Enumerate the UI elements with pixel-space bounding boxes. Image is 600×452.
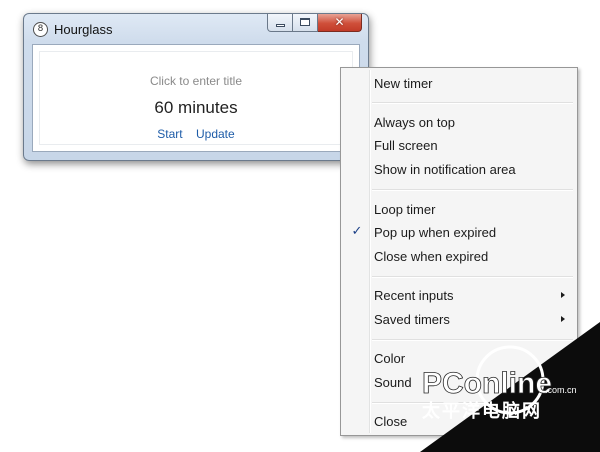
action-links: Start Update [40, 127, 352, 141]
watermark-domain-suffix: .com.cn [545, 385, 577, 395]
watermark-chinese: 太平洋电脑网 [422, 400, 542, 422]
menu-item-label: Always on top [374, 115, 455, 130]
window-title: Hourglass [54, 22, 113, 37]
close-icon: ✕ [334, 15, 345, 29]
minimize-icon [276, 24, 285, 27]
menu-separator [372, 189, 573, 191]
title-input[interactable]: Click to enter title [40, 74, 352, 88]
menu-item-new-timer[interactable]: New timer [343, 72, 575, 94]
timer-panel: Click to enter title 60 minutes Start Up… [39, 51, 353, 145]
maximize-button[interactable] [293, 14, 318, 32]
menu-item-label: Close when expired [374, 249, 489, 264]
hourglass-window: 8 Hourglass ✕ Click to enter title 60 mi… [23, 13, 369, 161]
menu-item-close-when-expired[interactable]: Close when expired [343, 245, 575, 267]
menu-item-loop-timer[interactable]: Loop timer [343, 198, 575, 220]
menu-item-label: Show in notification area [374, 162, 516, 177]
caption-buttons: ✕ [267, 14, 362, 33]
update-link[interactable]: Update [196, 127, 235, 141]
hourglass-app-icon[interactable]: 8 [33, 22, 48, 37]
menu-item-saved-timers[interactable]: Saved timers [343, 308, 575, 330]
watermark-brand: PConline [422, 367, 552, 400]
checkmark-icon: ✓ [351, 224, 363, 239]
close-button[interactable]: ✕ [318, 14, 362, 32]
maximize-icon [300, 18, 310, 26]
menu-item-label: Full screen [374, 138, 438, 153]
menu-item-label: Color [374, 351, 406, 366]
minimize-button[interactable] [267, 14, 293, 32]
submenu-arrow-icon [561, 292, 565, 298]
menu-item-label: Pop up when expired [374, 225, 497, 240]
menu-separator [372, 339, 573, 341]
menu-item-label: Saved timers [374, 312, 450, 327]
menu-item-recent-inputs[interactable]: Recent inputs [343, 284, 575, 306]
menu-separator [372, 102, 573, 104]
timer-input[interactable]: 60 minutes [40, 98, 352, 118]
pconline-watermark: PConline .com.cn 太平洋电脑网 [422, 345, 577, 422]
menu-item-show-in-notification-area[interactable]: Show in notification area [343, 158, 575, 180]
window-client-area: Click to enter title 60 minutes Start Up… [32, 44, 360, 152]
menu-item-label: Sound [374, 375, 412, 390]
menu-item-label: New timer [374, 76, 433, 91]
menu-item-label: Loop timer [374, 202, 436, 217]
menu-separator [372, 276, 573, 278]
start-link[interactable]: Start [157, 127, 182, 141]
title-bar[interactable]: 8 Hourglass ✕ [24, 14, 368, 44]
menu-item-always-on-top[interactable]: Always on top [343, 111, 575, 133]
menu-item-label: Recent inputs [374, 288, 454, 303]
menu-item-pop-up-when-expired[interactable]: ✓ Pop up when expired [343, 221, 575, 243]
menu-item-label: Close [374, 414, 408, 429]
menu-item-full-screen[interactable]: Full screen [343, 134, 575, 156]
submenu-arrow-icon [561, 316, 565, 322]
